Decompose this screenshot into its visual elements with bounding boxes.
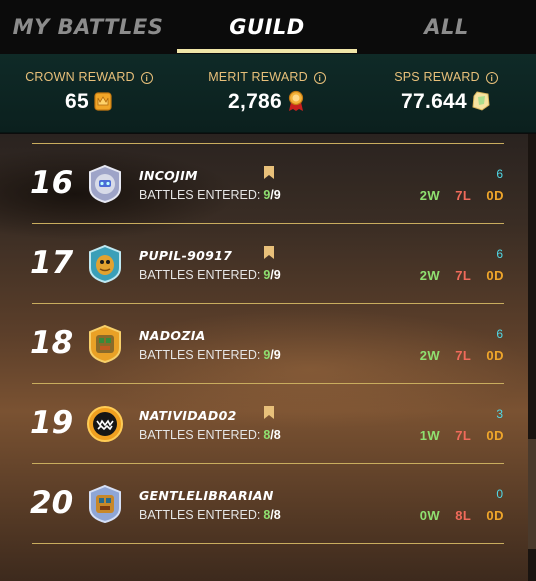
player-score: 6 [496, 327, 503, 341]
leaderboard-row[interactable]: 20 GENTLELIBRARIAN BATTLES ENTERED: 8/8 0… [0, 463, 520, 543]
guild-leaderboard: 16 INCOJIM BATTLES ENTERED: 9/9 6 2W 7L 0D … [0, 134, 536, 581]
player-score: 3 [496, 407, 503, 421]
win-loss-record: 0W 8L 0D [419, 508, 504, 523]
win-loss-record: 2W 7L 0D [419, 188, 504, 203]
rank-number: 18 [30, 325, 74, 361]
leaderboard-row[interactable]: 18 NADOZIA BATTLES ENTERED: 9/9 6 2W 7L 0D [0, 303, 520, 383]
active-tab-indicator [177, 49, 357, 53]
player-score: 0 [496, 487, 503, 501]
battles-entered: BATTLES ENTERED: 9/9 [139, 348, 281, 362]
player-name[interactable]: NATIVIDAD02 [139, 408, 237, 423]
merit-reward-value: 2,786 [178, 90, 356, 114]
bookmark-icon[interactable] [264, 406, 274, 419]
merit-reward: MERIT REWARD i 2,786 [178, 54, 356, 133]
player-name[interactable]: GENTLELIBRARIAN [139, 488, 274, 503]
tab-bar: MY BATTLES GUILD ALL [0, 0, 536, 54]
crown-reward: CROWN REWARD i 65 [0, 54, 178, 133]
rank-number: 19 [30, 405, 74, 441]
sps-reward-label: SPS REWARD i [356, 70, 536, 84]
sps-reward-value: 77.644 [356, 90, 536, 114]
scrollbar-thumb[interactable] [528, 439, 536, 549]
rank-number: 17 [30, 245, 74, 281]
bookmark-icon[interactable] [264, 246, 274, 259]
player-name[interactable]: PUPIL-90917 [139, 248, 232, 263]
battles-entered: BATTLES ENTERED: 8/8 [139, 508, 281, 522]
player-score: 6 [496, 247, 503, 261]
tab-my-battles[interactable]: MY BATTLES [0, 0, 176, 54]
merit-reward-label: MERIT REWARD i [178, 70, 356, 84]
player-score: 6 [496, 167, 503, 181]
rank-number: 20 [30, 485, 74, 521]
battles-entered: BATTLES ENTERED: 9/9 [139, 268, 281, 282]
player-name[interactable]: NADOZIA [139, 328, 206, 343]
crown-reward-value: 65 [0, 90, 178, 114]
goblin-avatar-icon [89, 484, 121, 524]
sps-reward: SPS REWARD i 77.644 [356, 54, 536, 133]
win-loss-record: 2W 7L 0D [419, 348, 504, 363]
player-name[interactable]: INCOJIM [139, 168, 198, 183]
info-icon[interactable]: i [485, 72, 498, 84]
crown-reward-label: CROWN REWARD i [0, 70, 178, 84]
robot-avatar-icon [89, 164, 121, 204]
battles-entered: BATTLES ENTERED: 9/9 [139, 188, 281, 202]
goblin-avatar-icon [89, 324, 121, 364]
lizard-avatar-icon [89, 244, 121, 284]
win-loss-record: 2W 7L 0D [419, 268, 504, 283]
leaderboard-row[interactable]: 16 INCOJIM BATTLES ENTERED: 9/9 6 2W 7L 0D [0, 143, 520, 223]
info-icon[interactable]: i [140, 72, 153, 84]
win-loss-record: 1W 7L 0D [419, 428, 504, 443]
merit-medal-icon [288, 90, 304, 111]
info-icon[interactable]: i [313, 72, 326, 84]
row-divider [32, 543, 504, 544]
monster-avatar-icon [87, 406, 123, 442]
crown-token-icon [94, 92, 112, 111]
tab-guild[interactable]: GUILD [177, 0, 357, 54]
bookmark-icon[interactable] [264, 166, 274, 179]
tab-all[interactable]: ALL [357, 0, 536, 54]
leaderboard-row[interactable]: 19 NATIVIDAD02 BATTLES ENTERED: 8/8 3 1W 7… [0, 383, 520, 463]
sps-crystal-icon [472, 91, 490, 111]
leaderboard-row[interactable]: 17 PUPIL-90917 BATTLES ENTERED: 9/9 6 2W 7… [0, 223, 520, 303]
scrollbar[interactable] [528, 134, 536, 581]
battles-entered: BATTLES ENTERED: 8/8 [139, 428, 281, 442]
rank-number: 16 [30, 165, 74, 201]
rewards-panel: CROWN REWARD i 65 MERIT REWARD i 2,786 SPS… [0, 54, 536, 133]
